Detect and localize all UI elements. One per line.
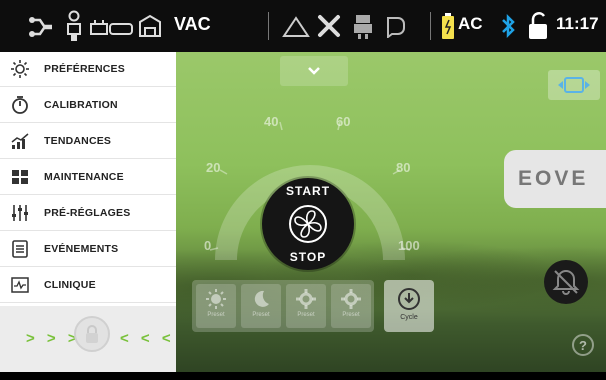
ventilation-mode[interactable]: VAC bbox=[174, 14, 211, 35]
logo-text: EOVE bbox=[518, 167, 589, 190]
battery-icon bbox=[442, 13, 454, 39]
sidebar-item-label: CALIBRATION bbox=[44, 99, 118, 111]
help-button[interactable]: ? bbox=[572, 334, 594, 356]
fan-icon bbox=[288, 204, 328, 244]
alarm-bell-icon bbox=[552, 269, 580, 295]
sidebar-item-events[interactable]: EVÉNEMENTS bbox=[0, 232, 176, 267]
cycle-icon bbox=[398, 288, 420, 310]
sidebar-item-preferences[interactable]: PRÉFÉRENCES bbox=[0, 52, 176, 87]
preset-label: Preset bbox=[207, 312, 225, 318]
sliders-icon bbox=[10, 203, 30, 223]
cycle-button[interactable]: Cycle bbox=[384, 280, 434, 332]
patient-icon[interactable] bbox=[64, 10, 84, 42]
presets-group: Preset Preset Preset Preset bbox=[192, 280, 374, 332]
stop-label: STOP bbox=[289, 250, 327, 264]
sidebar-item-label: EVÉNEMENTS bbox=[44, 243, 119, 255]
maintenance-icon bbox=[10, 167, 30, 187]
sun-icon bbox=[10, 59, 30, 79]
circuit-icon[interactable] bbox=[28, 14, 56, 40]
preset-button[interactable]: Preset bbox=[286, 284, 326, 328]
moon-icon bbox=[254, 290, 269, 307]
preset-label: Preset bbox=[252, 312, 270, 318]
status-bar: VAC AC 11:17 bbox=[0, 0, 606, 52]
trends-icon bbox=[10, 131, 30, 151]
clock: 11:17 bbox=[556, 14, 599, 33]
sidebar-item-label: MAINTENANCE bbox=[44, 171, 124, 183]
sidebar-item-label: PRÉ-RÉGLAGES bbox=[44, 207, 131, 219]
start-label: START bbox=[285, 184, 331, 198]
mask-icon[interactable] bbox=[384, 14, 406, 38]
divider bbox=[268, 12, 269, 40]
alarm-button[interactable] bbox=[544, 260, 588, 304]
gauge-label-0: 0 bbox=[204, 238, 212, 253]
waveform-icon bbox=[10, 275, 30, 295]
ventilator-setup-icon[interactable] bbox=[90, 18, 134, 36]
lock-icon bbox=[86, 325, 98, 343]
sidebar-item-label: CLINIQUE bbox=[44, 279, 96, 291]
start-stop-button[interactable]: START STOP bbox=[262, 178, 354, 270]
gear-icon bbox=[341, 289, 361, 309]
gauge-label-60: 60 bbox=[336, 114, 351, 129]
screen-lock-slider[interactable] bbox=[74, 316, 110, 352]
warning-triangle-icon[interactable] bbox=[282, 16, 310, 38]
panel-dropdown-button[interactable] bbox=[280, 56, 348, 86]
sidebar-item-calibration[interactable]: CALIBRATION bbox=[0, 88, 176, 123]
lock-swipe-chevrons-right: > > > bbox=[26, 330, 81, 347]
building-icon[interactable] bbox=[138, 14, 162, 38]
bluetooth-icon[interactable] bbox=[500, 13, 516, 39]
preset-button[interactable]: Preset bbox=[241, 284, 281, 328]
tools-icon[interactable] bbox=[316, 13, 342, 39]
gauge-label-20: 20 bbox=[206, 160, 221, 175]
help-symbol: ? bbox=[579, 337, 587, 353]
preset-button[interactable]: Preset bbox=[196, 284, 236, 328]
sidebar-item-trends[interactable]: TENDANCES bbox=[0, 124, 176, 159]
calibration-icon bbox=[10, 95, 30, 115]
screen-expand-button[interactable] bbox=[548, 70, 600, 100]
preset-button[interactable]: Preset bbox=[331, 284, 371, 328]
preset-label: Preset bbox=[297, 312, 315, 318]
gauge-label-80: 80 bbox=[396, 160, 411, 175]
lock-swipe-chevrons-left: < < < bbox=[120, 330, 175, 347]
events-icon bbox=[10, 239, 30, 259]
gear-icon bbox=[296, 289, 316, 309]
sidebar-item-clinical[interactable]: CLINIQUE bbox=[0, 268, 176, 303]
sidebar-item-label: PRÉFÉRENCES bbox=[44, 63, 125, 75]
sun-icon bbox=[206, 289, 226, 309]
divider bbox=[430, 12, 431, 40]
power-source: AC bbox=[458, 14, 483, 33]
gauge-label-40: 40 bbox=[264, 114, 279, 129]
chevron-down-icon bbox=[308, 67, 320, 75]
sidebar-item-presets[interactable]: PRÉ-RÉGLAGES bbox=[0, 196, 176, 231]
screen-expand-icon bbox=[558, 77, 590, 93]
unlocked-icon[interactable] bbox=[528, 12, 548, 40]
eove-logo: EOVE bbox=[504, 150, 606, 208]
sidebar-item-label: TENDANCES bbox=[44, 135, 112, 147]
bottom-bar bbox=[0, 372, 606, 380]
gauge-label-100: 100 bbox=[398, 238, 420, 253]
patient-device-icon[interactable] bbox=[352, 13, 374, 39]
cycle-label: Cycle bbox=[400, 314, 418, 321]
preset-label: Preset bbox=[342, 312, 360, 318]
sidebar-item-maintenance[interactable]: MAINTENANCE bbox=[0, 160, 176, 195]
